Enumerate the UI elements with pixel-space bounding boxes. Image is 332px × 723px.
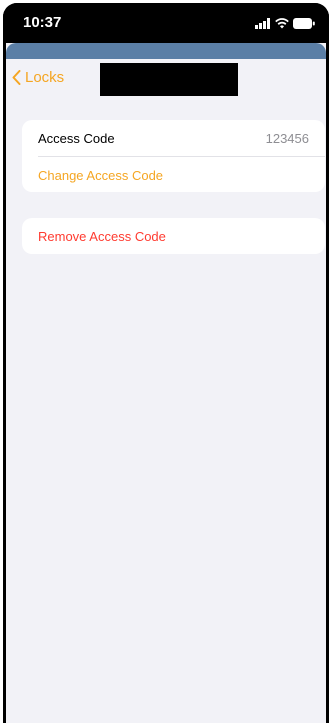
access-code-row: Access Code 123456	[22, 120, 325, 156]
remove-access-code-card: Remove Access Code	[22, 218, 325, 254]
change-access-code-button[interactable]: Change Access Code	[38, 168, 163, 183]
status-bar: 10:37	[3, 3, 329, 43]
chevron-left-icon	[12, 70, 21, 85]
access-code-label: Access Code	[38, 130, 115, 146]
header-strip	[6, 43, 326, 59]
navigation-bar: Locks	[6, 59, 326, 107]
phone-frame: 10:37 Locks Access Code 123456 Change Ac…	[3, 3, 329, 723]
access-code-value: 123456	[265, 130, 309, 146]
change-access-code-row[interactable]: Change Access Code	[38, 156, 325, 193]
status-icons	[255, 17, 315, 29]
remove-access-code-button[interactable]: Remove Access Code	[38, 229, 166, 244]
back-button-label: Locks	[25, 69, 65, 86]
back-button[interactable]: Locks	[12, 69, 64, 86]
wifi-icon	[275, 17, 289, 28]
remove-access-code-row[interactable]: Remove Access Code	[22, 218, 325, 254]
access-code-card: Access Code 123456 Change Access Code	[22, 120, 325, 192]
status-time: 10:37	[23, 14, 62, 31]
cellular-signal-icon	[255, 17, 270, 29]
app-screen: Locks Access Code 123456 Change Access C…	[6, 43, 326, 723]
battery-icon	[293, 17, 315, 29]
redacted-title	[100, 63, 238, 96]
